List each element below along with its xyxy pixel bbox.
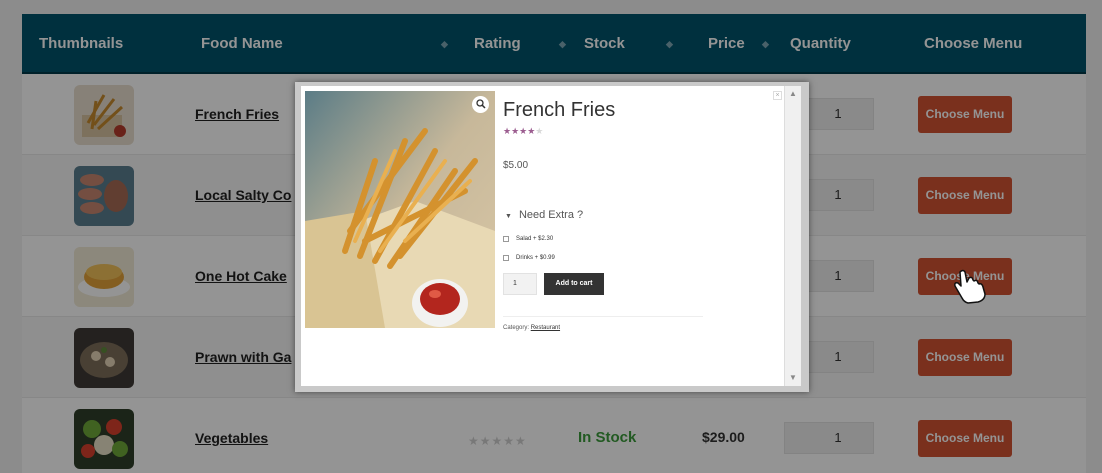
scroll-down-icon[interactable]: ▼ [788,373,798,382]
product-image [305,91,495,328]
product-title: French Fries [503,99,616,121]
extras-toggle[interactable]: ▼ Need Extra ? [505,209,583,221]
add-to-cart-button[interactable]: Add to cart [544,273,604,295]
checkbox[interactable] [503,236,509,242]
extra-option-drinks[interactable]: Drinks + $0.99 [503,255,555,261]
product-rating: ★★★★★ [503,126,544,136]
cart-quantity-input[interactable]: 1 [503,273,537,295]
triangle-icon: ▼ [505,213,512,220]
zoom-icon[interactable] [472,96,489,113]
checkbox[interactable] [503,255,509,261]
category-link[interactable]: Restaurant [531,325,560,331]
close-icon[interactable]: × [773,91,782,100]
divider [503,316,703,317]
hand-cursor-icon [952,268,992,304]
scroll-up-icon[interactable]: ▲ [788,89,798,98]
product-price: $5.00 [503,160,529,171]
extra-option-salad[interactable]: Salad + $2.30 [503,236,553,242]
modal-scrollbar[interactable]: ▲ ▼ [784,86,801,386]
product-category: Category: Restaurant [503,325,561,331]
